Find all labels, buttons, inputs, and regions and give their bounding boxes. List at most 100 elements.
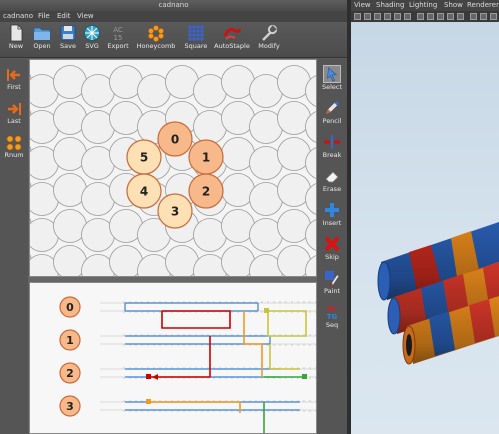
dna-origami-3d-model[interactable] bbox=[351, 0, 499, 434]
path-helix-number-0: 0 bbox=[66, 301, 74, 314]
honeycomb-button-label: Honeycomb bbox=[136, 42, 176, 50]
staple-strand-red[interactable] bbox=[148, 336, 211, 378]
new-button-label: New bbox=[8, 42, 24, 50]
seq-tool-label: Seq bbox=[325, 321, 339, 329]
helix-number-3: 3 bbox=[171, 205, 179, 219]
honeycomb-button[interactable]: Honeycomb bbox=[136, 24, 176, 56]
helix-number-0: 0 bbox=[171, 133, 179, 147]
menu-view[interactable]: View bbox=[77, 11, 94, 22]
insert-plus-icon bbox=[325, 203, 339, 217]
staple-strand-green[interactable] bbox=[263, 376, 306, 434]
paint-icon bbox=[325, 271, 340, 286]
square-button-label: Square bbox=[184, 42, 208, 50]
square-lattice-icon bbox=[188, 25, 204, 41]
save-button[interactable]: Save bbox=[57, 24, 79, 56]
scaffold-strand[interactable] bbox=[125, 335, 271, 345]
staple-strand-yellow[interactable] bbox=[267, 310, 307, 337]
strand-end-cap[interactable] bbox=[302, 374, 307, 379]
save-button-label: Save bbox=[60, 42, 76, 50]
modify-button[interactable]: Modify bbox=[255, 24, 283, 56]
rnum-button[interactable]: Rnum bbox=[0, 135, 28, 160]
scaffold-strand[interactable] bbox=[125, 401, 300, 411]
eraser-icon bbox=[325, 171, 339, 183]
sequence-icon: ACTG bbox=[327, 305, 338, 321]
last-button-label: Last bbox=[7, 117, 21, 125]
menu-file[interactable]: File bbox=[38, 11, 50, 22]
export-button-label: Export bbox=[107, 42, 129, 50]
renumber-icon bbox=[6, 135, 22, 151]
title-bar: cadnano bbox=[0, 0, 347, 11]
modify-icon bbox=[262, 24, 278, 41]
slice-lattice[interactable]: 0 1 2 3 4 5 bbox=[30, 60, 317, 277]
last-button[interactable]: Last bbox=[0, 101, 28, 126]
seq-tool-button[interactable]: AC TG Seq bbox=[317, 303, 347, 330]
pencil-tool-button[interactable]: Pencil bbox=[317, 99, 347, 126]
break-tool-label: Break bbox=[322, 151, 342, 159]
path-helix-number-1: 1 bbox=[66, 334, 74, 347]
helix-number-1: 1 bbox=[202, 151, 210, 165]
insert-tool-button[interactable]: Insert bbox=[317, 201, 347, 228]
skip-x-icon bbox=[324, 236, 340, 252]
scaffold-strand[interactable] bbox=[124, 302, 259, 312]
menu-cadnano[interactable]: cadnano bbox=[3, 11, 33, 22]
desktop: cadnano cadnano File Edit View New Open … bbox=[0, 0, 499, 434]
pencil-tool-label: Pencil bbox=[322, 117, 342, 125]
pencil-icon bbox=[325, 100, 340, 115]
select-tool-button[interactable]: Select bbox=[317, 65, 347, 92]
skip-tool-label: Skip bbox=[325, 253, 339, 261]
break-tool-button[interactable]: Break bbox=[317, 133, 347, 160]
save-icon bbox=[60, 25, 76, 41]
open-button[interactable]: Open bbox=[31, 24, 53, 56]
autostaple-icon bbox=[223, 27, 241, 40]
erase-tool-label: Erase bbox=[322, 185, 342, 193]
strand-end-cap[interactable] bbox=[264, 308, 269, 313]
helix-bundle bbox=[377, 222, 499, 365]
skip-tool-button[interactable]: Skip bbox=[317, 235, 347, 262]
left-tool-bar: First Last Rnum bbox=[0, 59, 28, 434]
first-arrow-icon bbox=[7, 69, 20, 81]
strand-end-cap[interactable] bbox=[146, 399, 151, 404]
select-tool-label: Select bbox=[321, 83, 343, 91]
staple-strand-red[interactable] bbox=[161, 310, 231, 329]
folder-icon bbox=[33, 27, 51, 41]
paint-tool-button[interactable]: Paint bbox=[317, 269, 347, 296]
erase-tool-button[interactable]: Erase bbox=[317, 167, 347, 194]
staple-strand-yellow[interactable] bbox=[269, 344, 300, 370]
strand-arrowhead bbox=[152, 374, 158, 380]
paint-tool-label: Paint bbox=[323, 287, 341, 295]
helix-number-4: 4 bbox=[140, 185, 148, 199]
first-button[interactable]: First bbox=[0, 67, 28, 92]
export-icon: AC15 bbox=[113, 26, 123, 42]
first-button-label: First bbox=[7, 83, 21, 91]
strand-end-cap[interactable] bbox=[146, 374, 151, 379]
menu-edit[interactable]: Edit bbox=[57, 11, 71, 22]
svg-text:AC: AC bbox=[113, 26, 123, 34]
svg-text:AC: AC bbox=[327, 305, 338, 313]
svg-text:TG: TG bbox=[327, 313, 338, 321]
main-toolbar: New Open Save SVG AC15 Export Honeycomb bbox=[0, 22, 347, 58]
path-tool-bar: Select Pencil Break Erase Insert Skip Pa… bbox=[317, 59, 347, 434]
path-helix-number-2: 2 bbox=[66, 367, 74, 380]
helix-number-5: 5 bbox=[140, 151, 148, 165]
new-button[interactable]: New bbox=[5, 24, 27, 56]
maya-viewport[interactable]: View Shading Lighting Show Renderer bbox=[351, 0, 499, 434]
svg-button-label: SVG bbox=[85, 42, 99, 50]
open-button-label: Open bbox=[33, 42, 51, 50]
path-view[interactable]: 0 1 2 3 bbox=[29, 282, 317, 434]
select-arrow-icon bbox=[323, 65, 341, 83]
svg-text:15: 15 bbox=[114, 34, 123, 42]
insert-tool-label: Insert bbox=[322, 219, 342, 227]
slice-view[interactable]: 0 1 2 3 4 5 bbox=[29, 59, 317, 277]
path-helix-number-3: 3 bbox=[66, 400, 74, 413]
menu-bar: cadnano File Edit View bbox=[0, 11, 347, 22]
path-grid[interactable]: 0 1 2 3 bbox=[30, 283, 317, 434]
cadnano-window: cadnano cadnano File Edit View New Open … bbox=[0, 0, 347, 434]
break-icon bbox=[324, 135, 340, 149]
square-button[interactable]: Square bbox=[181, 24, 211, 56]
autostaple-button[interactable]: AutoStaple bbox=[214, 24, 250, 56]
svg-button[interactable]: SVG bbox=[81, 24, 103, 56]
export-button[interactable]: AC 15 Export bbox=[106, 24, 130, 56]
svg-icon bbox=[84, 25, 100, 41]
autostaple-button-label: AutoStaple bbox=[214, 42, 250, 50]
staple-strand-orange[interactable] bbox=[243, 311, 263, 377]
